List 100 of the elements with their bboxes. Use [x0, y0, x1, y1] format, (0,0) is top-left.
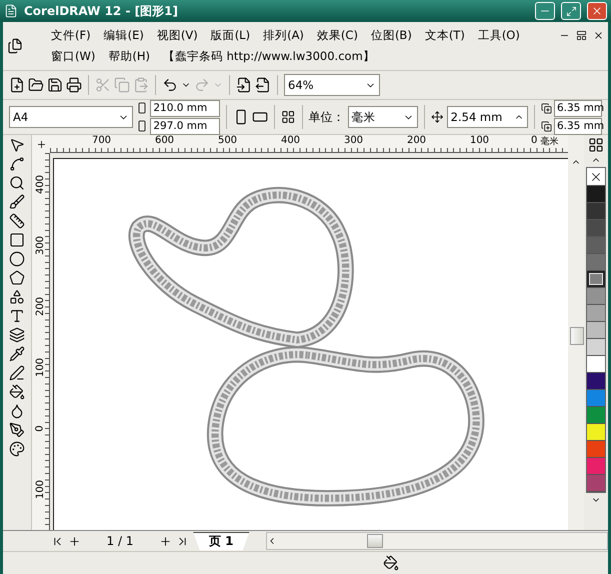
color-icon[interactable]	[9, 441, 25, 457]
menu-item[interactable]: 效果(C)	[316, 28, 358, 43]
window-title: CorelDRAW 12 - [图形1]	[24, 2, 179, 20]
ruler-label: 0	[35, 425, 46, 432]
ruler-label: 400	[280, 135, 302, 146]
scroll-thumb[interactable]	[570, 327, 584, 345]
ruler-label: 100	[35, 480, 46, 500]
color-swatch[interactable]	[587, 390, 605, 407]
color-swatch[interactable]	[587, 339, 605, 356]
new-file-icon[interactable]	[9, 77, 25, 93]
horizontal-scrollbar[interactable]	[266, 532, 608, 550]
color-swatch[interactable]	[587, 407, 605, 424]
rectangle-icon[interactable]	[9, 232, 25, 248]
menu-item[interactable]: 版面(L)	[210, 28, 250, 43]
page-counter: 1 / 1	[106, 534, 134, 548]
ruler-label: 200	[406, 135, 428, 146]
color-swatch[interactable]	[587, 356, 605, 373]
unit-label: 单位：	[308, 108, 345, 126]
ruler-label: 300	[35, 236, 46, 256]
ruler-label: 600	[154, 135, 176, 146]
undo-icon[interactable]	[162, 77, 178, 93]
menu-item[interactable]: 编辑(E)	[104, 28, 144, 43]
nudge-field[interactable]: 2.54 mm	[446, 106, 528, 128]
menu-item[interactable]: 位图(B)	[370, 28, 412, 43]
shapes-icon[interactable]	[9, 289, 25, 305]
ruler-label: 200	[35, 296, 46, 316]
color-swatch[interactable]	[587, 254, 605, 271]
zoom-icon[interactable]	[9, 175, 25, 191]
page-tab[interactable]: 页 1	[193, 532, 250, 550]
export-icon[interactable]	[255, 77, 271, 93]
dimension-icon[interactable]	[9, 213, 25, 229]
fill-icon[interactable]	[9, 384, 25, 400]
brush-icon[interactable]	[9, 194, 25, 210]
ruler-origin-icon[interactable]	[36, 138, 46, 150]
color-swatch[interactable]	[587, 237, 605, 254]
menu-item[interactable]: 文本(T)	[424, 28, 465, 43]
maximize-icon	[566, 6, 576, 16]
polygon-icon[interactable]	[9, 270, 25, 286]
ruler-label: 100	[35, 358, 46, 378]
menu-item[interactable]: 帮助(H)	[108, 49, 150, 64]
pointer-icon[interactable]	[9, 137, 25, 153]
fill-icon	[383, 555, 399, 571]
ellipse-icon[interactable]	[9, 251, 25, 267]
menu-item[interactable]: 【蠢宇条码 http://www.lw3000.com】	[162, 49, 375, 64]
shape-tool-icon[interactable]	[9, 156, 25, 172]
close-icon[interactable]	[593, 30, 604, 41]
maximize-button[interactable]	[561, 2, 581, 20]
nudge-icon	[431, 110, 444, 124]
page-height-icon	[136, 120, 148, 132]
minimize-button[interactable]	[535, 2, 555, 20]
eyedropper-icon[interactable]	[9, 346, 25, 362]
menu-item[interactable]: 文件(F)	[51, 28, 91, 43]
color-swatch[interactable]	[587, 305, 605, 322]
color-swatch[interactable]	[587, 186, 605, 203]
no-color-swatch[interactable]	[587, 168, 605, 186]
duplicate-y-field[interactable]: 6.35 mm	[554, 118, 602, 134]
zoom-select[interactable]: 64%	[284, 74, 380, 96]
add-page-icon[interactable]	[68, 534, 81, 548]
menu-item[interactable]: 排列(A)	[263, 28, 304, 43]
duplicate-y-icon	[540, 120, 552, 132]
close-button[interactable]	[587, 2, 607, 20]
document-icon	[7, 38, 23, 54]
palette-menu-icon[interactable]	[588, 137, 604, 153]
color-swatch[interactable]	[587, 373, 605, 390]
color-swatch[interactable]	[587, 458, 605, 475]
color-swatch[interactable]	[587, 475, 605, 492]
outline-pen-icon[interactable]	[9, 365, 25, 381]
unit-select[interactable]: 毫米	[348, 106, 418, 128]
color-swatch[interactable]	[587, 322, 605, 339]
color-swatch[interactable]	[587, 220, 605, 237]
ruler-unit: 毫米	[540, 135, 558, 148]
add-page-icon[interactable]	[159, 534, 172, 548]
color-swatch[interactable]	[587, 288, 605, 305]
color-swatch[interactable]	[587, 271, 605, 288]
ruler-label: 100	[468, 135, 490, 146]
ruler-label: 0	[530, 135, 538, 146]
text-tool-icon[interactable]	[9, 308, 25, 324]
page-layout-icon[interactable]	[281, 109, 296, 125]
duplicate-x-field[interactable]: 6.35 mm	[554, 100, 602, 116]
save-icon[interactable]	[47, 77, 63, 93]
paper-size-select[interactable]: A4	[9, 106, 134, 128]
restore-icon[interactable]	[576, 30, 587, 41]
height-field[interactable]: 297.0 mm	[150, 118, 220, 134]
width-field[interactable]: 210.0 mm	[150, 100, 220, 116]
menu-item[interactable]: 视图(V)	[156, 28, 198, 43]
color-swatch[interactable]	[587, 203, 605, 220]
interactive-tool-icon[interactable]	[9, 327, 25, 343]
color-swatch[interactable]	[587, 424, 605, 441]
open-folder-icon[interactable]	[28, 77, 44, 93]
scroll-thumb[interactable]	[366, 534, 383, 548]
import-icon[interactable]	[236, 77, 252, 93]
menu-item[interactable]: 工具(O)	[478, 28, 520, 43]
page-width-icon	[136, 102, 148, 114]
ruler-label: 500	[216, 135, 238, 146]
print-icon[interactable]	[66, 77, 82, 93]
color-swatch[interactable]	[587, 441, 605, 458]
pen-nib-icon[interactable]	[9, 422, 25, 438]
menu-item[interactable]: 窗口(W)	[51, 49, 96, 64]
interactive-fill-icon[interactable]	[9, 403, 25, 419]
ruler-label: 300	[342, 135, 364, 146]
